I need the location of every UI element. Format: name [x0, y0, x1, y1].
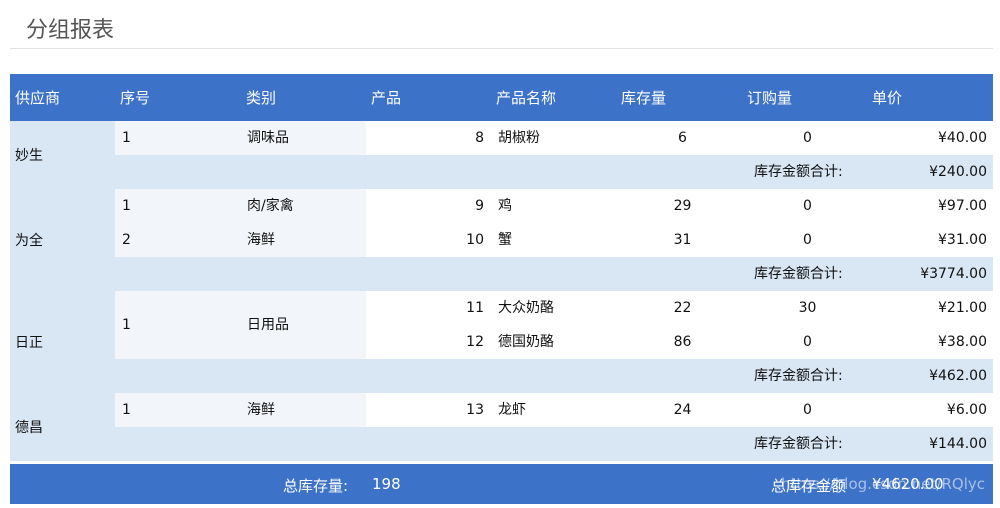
product-name: 鸡: [498, 198, 512, 214]
category-cell: 海鲜: [241, 223, 366, 257]
subtotal-label: 库存金额合计:: [754, 436, 843, 452]
header-seq: 序号: [120, 89, 151, 107]
seq-cell: 1: [115, 291, 241, 359]
unit-price: ¥40.00: [938, 130, 987, 146]
supplier-name: 妙生: [15, 148, 43, 164]
table-body: 妙生 1 调味品 8 胡椒粉 6 0 ¥40.00 库存金额合计: ¥240.00 为全 1 肉/家禽 9…: [10, 121, 993, 461]
order-qty: 0: [803, 402, 812, 418]
grouped-report-table: 供应商 序号 类别 产品 产品名称 库存量 订购量 单价 妙生 1 调味品 8 胡椒粉 6 0 ¥40.00…: [10, 74, 993, 504]
product-name: 蟹: [498, 232, 512, 248]
header-product-name: 产品名称: [496, 89, 557, 107]
stock-qty: 24: [673, 402, 692, 418]
category-cell: 日用品: [241, 291, 366, 359]
header-product: 产品: [371, 89, 402, 107]
subtotal-value: ¥240.00: [929, 164, 987, 180]
product-name: 胡椒粉: [498, 130, 540, 146]
total-stock-label: 总库存量:: [283, 477, 349, 495]
subtotal-value: ¥3774.00: [920, 266, 987, 282]
unit-price: ¥38.00: [938, 334, 987, 350]
page-title: 分组报表: [26, 18, 115, 43]
supplier-group: 妙生 1 调味品 8 胡椒粉 6 0 ¥40.00 库存金额合计: ¥240.00: [10, 121, 993, 189]
header-order: 订购量: [747, 89, 793, 107]
unit-price: ¥97.00: [938, 198, 987, 214]
seq-cell: 2: [115, 223, 241, 257]
header-price: 单价: [872, 89, 903, 107]
seq-cell: 1: [115, 189, 241, 223]
supplier-cell: 妙生: [10, 121, 115, 189]
supplier-group: 德昌 1 海鲜 13 龙虾 24 0 ¥6.00 库存金额合计: ¥144.00: [10, 393, 993, 461]
product-name: 大众奶酪: [498, 300, 554, 316]
supplier-name: 日正: [15, 335, 43, 351]
order-qty: 0: [803, 130, 812, 146]
stock-qty: 6: [678, 130, 687, 146]
supplier-cell: 为全: [10, 189, 115, 291]
seq-cell: 1: [115, 121, 241, 155]
subtotal-label: 库存金额合计:: [754, 164, 843, 180]
product-id: 10: [466, 232, 484, 248]
subtotal-row: [115, 155, 993, 189]
category-cell: 海鲜: [241, 393, 366, 427]
unit-price: ¥21.00: [938, 300, 987, 316]
category-cell: 肉/家禽: [241, 189, 366, 223]
seq-cell: 1: [115, 393, 241, 427]
subtotal-value: ¥144.00: [929, 436, 987, 452]
subtotal-row: [115, 359, 993, 393]
stock-qty: 31: [673, 232, 692, 248]
subtotal-value: ¥462.00: [929, 368, 987, 384]
subtotal-row: [115, 257, 993, 291]
product-id: 11: [466, 300, 484, 316]
product-name: 龙虾: [498, 402, 526, 418]
product-id: 9: [475, 198, 484, 214]
watermark: https://blog.csdn.net/RQlyc: [781, 475, 985, 493]
header-stock: 库存量: [621, 89, 667, 107]
stock-qty: 86: [673, 334, 692, 350]
order-qty: 0: [803, 334, 812, 350]
unit-price: ¥6.00: [946, 402, 987, 418]
product-id: 8: [475, 130, 484, 146]
supplier-cell: 德昌: [10, 393, 115, 461]
product-id: 13: [466, 402, 484, 418]
unit-price: ¥31.00: [938, 232, 987, 248]
table-footer: 总库存量: 198 总库存金额 ¥4620.00 https://blog.cs…: [10, 464, 993, 504]
stock-qty: 22: [673, 300, 692, 316]
category-cell: 调味品: [241, 121, 366, 155]
supplier-group: 日正 1 日用品 11 大众奶酪 22 30 ¥21.00 12 德国奶酪 86 0 ¥38.00 库存金…: [10, 291, 993, 393]
subtotal-label: 库存金额合计:: [754, 368, 843, 384]
subtotal-row: [115, 427, 993, 461]
supplier-name: 德昌: [15, 420, 43, 436]
stock-qty: 29: [673, 198, 692, 214]
subtotal-label: 库存金额合计:: [754, 266, 843, 282]
header-supplier: 供应商: [15, 89, 61, 107]
order-qty: 30: [798, 300, 817, 316]
product-id: 12: [466, 334, 484, 350]
header-category: 类别: [246, 89, 277, 107]
table-header: 供应商 序号 类别 产品 产品名称 库存量 订购量 单价: [10, 74, 993, 121]
supplier-cell: 日正: [10, 291, 115, 393]
supplier-group: 为全 1 肉/家禽 9 鸡 29 0 ¥97.00 2 海鲜 10 蟹 31 0 ¥31.00 库存金额合计:…: [10, 189, 993, 291]
total-stock-value: 198: [372, 475, 401, 493]
order-qty: 0: [803, 198, 812, 214]
supplier-name: 为全: [15, 233, 43, 249]
title-divider: [10, 48, 993, 49]
order-qty: 0: [803, 232, 812, 248]
product-name: 德国奶酪: [498, 334, 554, 350]
